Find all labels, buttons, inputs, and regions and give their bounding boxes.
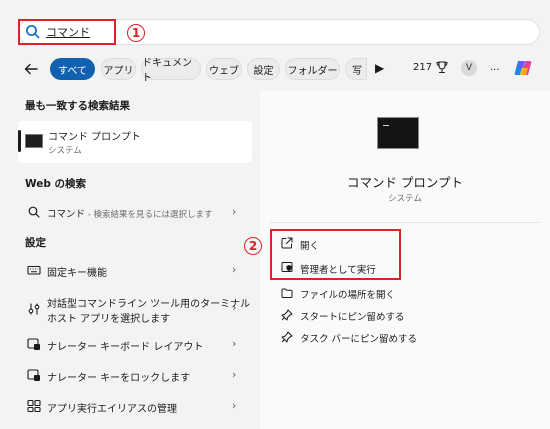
shield-window-icon (281, 262, 293, 272)
best-match-subtitle: システム (48, 146, 82, 156)
chevron-right-icon: › (232, 263, 237, 276)
back-button[interactable] (20, 58, 42, 80)
more-options-button[interactable]: ... (490, 62, 500, 73)
divider (270, 222, 540, 223)
action-run-as-admin-label: 管理者として実行 (300, 265, 376, 276)
settings-item-label: ナレーター キーをロックします (47, 373, 191, 384)
search-icon (28, 206, 40, 218)
chevron-right-icon: › (232, 301, 237, 314)
settings-heading: 設定 (25, 237, 46, 249)
settings-item-label-line1: 対話型コマンドライン ツール用のターミナル (47, 299, 251, 310)
folder-icon (281, 288, 293, 298)
keyboard-icon (27, 265, 41, 275)
web-search-query: コマンド (47, 209, 86, 220)
settings-item-label: 固定キー機能 (47, 268, 107, 279)
narrator-icon (27, 369, 40, 381)
chevron-right-icon: › (232, 399, 237, 412)
filter-chip-web[interactable]: ウェブ (206, 58, 242, 80)
pin-icon (281, 309, 293, 321)
action-pin-to-taskbar-label: タスク バーにピン留めする (300, 334, 418, 345)
command-prompt-icon (25, 134, 43, 148)
app-subtitle: システム (388, 194, 422, 204)
settings-item-label: アプリ実行エイリアスの管理 (47, 404, 177, 415)
pin-icon (281, 331, 293, 343)
action-pin-to-start-label: スタートにピン留めする (300, 312, 405, 323)
arrow-left-icon (24, 63, 38, 75)
chevron-right-icon: › (232, 368, 237, 381)
chevron-right-icon: › (232, 205, 237, 218)
open-external-icon (281, 237, 293, 249)
web-search-hint: - 検索結果を見るには選択します (85, 210, 213, 220)
annotation-number-1: 1 (127, 24, 145, 42)
command-prompt-large-icon (377, 117, 419, 149)
sliders-icon (28, 303, 40, 315)
web-search-heading: Web の検索 (25, 178, 87, 190)
copilot-icon[interactable] (513, 58, 533, 78)
settings-item-label: ナレーター キーボード レイアウト (47, 342, 204, 353)
best-match-title: コマンド プロンプト (48, 132, 141, 143)
trophy-icon[interactable] (435, 60, 449, 74)
annotation-number-2: 2 (244, 237, 262, 255)
annotation-box-search (18, 19, 116, 45)
settings-item-label-line2: ホスト アプリを選択します (47, 314, 171, 325)
filter-chip-folders[interactable]: フォルダー (285, 58, 340, 80)
filter-chip-all[interactable]: すべて (50, 58, 95, 80)
rewards-count: 217 (413, 62, 433, 73)
filter-chip-documents[interactable]: ドキュメント (141, 58, 201, 84)
best-match-heading: 最も一致する検索結果 (25, 100, 130, 112)
app-title: コマンド プロンプト (346, 175, 464, 190)
narrator-icon (27, 338, 40, 350)
avatar[interactable]: V (461, 60, 477, 76)
play-arrow-icon[interactable]: ▶ (375, 61, 384, 75)
filter-chip-settings[interactable]: 設定 (247, 58, 280, 80)
filter-chip-photos[interactable]: 写 (345, 58, 367, 80)
selection-indicator (18, 130, 21, 152)
action-open-label: 開く (300, 241, 320, 252)
app-list-icon (27, 399, 41, 413)
chevron-right-icon: › (232, 337, 237, 350)
web-search-label: コマンド - 検索結果を見るには選択します (47, 206, 213, 220)
action-open-file-location-label: ファイルの場所を開く (300, 290, 396, 301)
filter-chip-apps[interactable]: アプリ (101, 58, 136, 80)
